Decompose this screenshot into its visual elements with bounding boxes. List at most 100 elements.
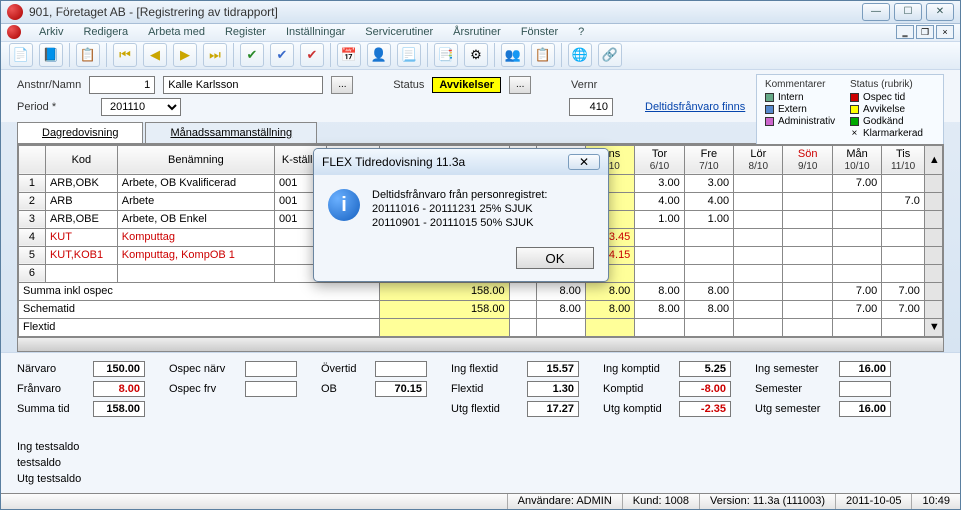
narvaro-value: 150.00 bbox=[93, 361, 145, 377]
ob-value: 70.15 bbox=[375, 381, 427, 397]
ingflex-value: 15.57 bbox=[527, 361, 579, 377]
last-icon[interactable]: ⏭ bbox=[203, 43, 227, 67]
menu-help[interactable]: ? bbox=[570, 24, 592, 40]
period-select[interactable]: 201110 bbox=[101, 98, 181, 116]
horizontal-scrollbar[interactable] bbox=[18, 337, 943, 351]
next-icon[interactable]: ▶ bbox=[173, 43, 197, 67]
anstnr-label: Anstnr/Namn bbox=[17, 79, 81, 91]
report-icon[interactable]: 📑 bbox=[434, 43, 458, 67]
menu-redigera[interactable]: Redigera bbox=[75, 24, 136, 40]
summatid-value: 158.00 bbox=[93, 401, 145, 417]
col-kod[interactable]: Kod bbox=[45, 145, 117, 174]
menu-register[interactable]: Register bbox=[217, 24, 274, 40]
legend-status-hdr: Status (rubrik) bbox=[850, 79, 923, 90]
window-title: 901, Företaget AB - [Registrering av tid… bbox=[29, 5, 862, 19]
status-badge: Avvikelser bbox=[432, 77, 501, 93]
vernr-input[interactable] bbox=[569, 98, 613, 116]
status-date: 2011-10-05 bbox=[835, 494, 911, 509]
ingkomp-value: 5.25 bbox=[679, 361, 731, 377]
tab-manadssammanstallning[interactable]: Månadssammanställning bbox=[145, 122, 317, 143]
first-icon[interactable]: ⏮ bbox=[113, 43, 137, 67]
menu-servicerutiner[interactable]: Servicerutiner bbox=[357, 24, 441, 40]
app-icon bbox=[7, 4, 23, 20]
menu-arbeta-med[interactable]: Arbeta med bbox=[140, 24, 213, 40]
komptid-value: -8.00 bbox=[679, 381, 731, 397]
col-tor6[interactable]: Tor6/10 bbox=[635, 145, 684, 174]
toolbar: 📄 📘 📋 ⏮ ◀ ▶ ⏭ ✔ ✔ ✔ 📅 👤 📃 📑 ⚙ 👥 📋 🌐 🔗 bbox=[1, 42, 960, 70]
col-benamning[interactable]: Benämning bbox=[117, 145, 274, 174]
globe-icon[interactable]: 🌐 bbox=[568, 43, 592, 67]
doc-icon[interactable]: 📃 bbox=[397, 43, 421, 67]
open-icon[interactable]: 📘 bbox=[39, 43, 63, 67]
overtid-value bbox=[375, 361, 427, 377]
col-tis11[interactable]: Tis11/10 bbox=[882, 145, 925, 174]
dialog-title: FLEX Tidredovisning 11.3a bbox=[322, 155, 465, 169]
status-lookup-button[interactable]: ... bbox=[509, 76, 531, 94]
check-green-icon[interactable]: ✔ bbox=[240, 43, 264, 67]
status-user: Användare: ADMIN bbox=[507, 494, 622, 509]
link-icon[interactable]: 🔗 bbox=[598, 43, 622, 67]
user-x-icon[interactable]: 👤 bbox=[367, 43, 391, 67]
summary-row: Summa inkl ospec158.008.008.008.008.007.… bbox=[19, 282, 943, 300]
ok-button[interactable]: OK bbox=[516, 247, 594, 269]
legend: Kommentarer Intern Extern Administrativ … bbox=[756, 74, 944, 145]
menu-arkiv[interactable]: Arkiv bbox=[31, 24, 71, 40]
mdi-restore[interactable]: ❐ bbox=[916, 25, 934, 39]
close-button[interactable]: ✕ bbox=[926, 3, 954, 21]
flextid-value: 1.30 bbox=[527, 381, 579, 397]
maximize-button[interactable]: ☐ bbox=[894, 3, 922, 21]
ospecnarv-value bbox=[245, 361, 297, 377]
status-version: Version: 11.3a (111003) bbox=[699, 494, 835, 509]
statusbar: Användare: ADMIN Kund: 1008 Version: 11.… bbox=[1, 493, 960, 509]
col-fre7[interactable]: Fre7/10 bbox=[684, 145, 733, 174]
status-label: Status bbox=[393, 79, 424, 91]
franvaro-value: 8.00 bbox=[93, 381, 145, 397]
dialog-titlebar: FLEX Tidredovisning 11.3a ✕ bbox=[314, 149, 608, 175]
summary-row: Schematid158.008.008.008.008.007.007.00 bbox=[19, 300, 943, 318]
new-icon[interactable]: 📄 bbox=[9, 43, 33, 67]
col-lor8[interactable]: Lör8/10 bbox=[734, 145, 783, 174]
gear-icon[interactable]: ⚙ bbox=[464, 43, 488, 67]
check-blue-icon[interactable]: ✔ bbox=[270, 43, 294, 67]
mdi-minimize[interactable]: ‗ bbox=[896, 25, 914, 39]
titlebar: 901, Företaget AB - [Registrering av tid… bbox=[1, 1, 960, 24]
summary-row: Flextid▼ bbox=[19, 318, 943, 336]
users-icon[interactable]: 👥 bbox=[501, 43, 525, 67]
form-area: Anstnr/Namn ... Status Avvikelser ... Ve… bbox=[1, 70, 960, 122]
menu-arsrutiner[interactable]: Årsrutiner bbox=[445, 24, 509, 40]
calendar-icon[interactable]: 📅 bbox=[337, 43, 361, 67]
vernr-label: Vernr bbox=[571, 79, 597, 91]
menu-installningar[interactable]: Inställningar bbox=[278, 24, 353, 40]
totals-panel: Närvaro150.00 Frånvaro8.00 Summa tid158.… bbox=[1, 352, 960, 493]
dialog-text: Deltidsfrånvaro från personregistret: 20… bbox=[372, 189, 547, 231]
status-kund: Kund: 1008 bbox=[622, 494, 699, 509]
anstnr-input[interactable] bbox=[89, 76, 155, 94]
name-lookup-button[interactable]: ... bbox=[331, 76, 353, 94]
menu-fonster[interactable]: Fönster bbox=[513, 24, 566, 40]
dialog-close-button[interactable]: ✕ bbox=[568, 154, 600, 170]
mdi-close[interactable]: × bbox=[936, 25, 954, 39]
check-red-icon[interactable]: ✔ bbox=[300, 43, 324, 67]
legend-comments-hdr: Kommentarer bbox=[765, 79, 835, 90]
ospecfrv-value bbox=[245, 381, 297, 397]
prev-icon[interactable]: ◀ bbox=[143, 43, 167, 67]
menubar: Arkiv Redigera Arbeta med Register Instä… bbox=[1, 24, 960, 42]
col-son9[interactable]: Sön9/10 bbox=[783, 145, 832, 174]
semester-value bbox=[839, 381, 891, 397]
utgkomp-value: -2.35 bbox=[679, 401, 731, 417]
ingsem-value: 16.00 bbox=[839, 361, 891, 377]
clipboard-icon[interactable]: 📋 bbox=[531, 43, 555, 67]
copy-icon[interactable]: 📋 bbox=[76, 43, 100, 67]
col-man10[interactable]: Mån10/10 bbox=[832, 145, 881, 174]
status-time: 10:49 bbox=[911, 494, 960, 509]
scroll-up-icon[interactable]: ▲ bbox=[924, 145, 942, 174]
deltids-link[interactable]: Deltidsfrånvaro finns bbox=[645, 101, 745, 113]
minimize-button[interactable]: — bbox=[862, 3, 890, 21]
utgsem-value: 16.00 bbox=[839, 401, 891, 417]
utgflex-value: 17.27 bbox=[527, 401, 579, 417]
tab-dagredovisning[interactable]: Dagredovisning bbox=[17, 122, 143, 143]
name-input[interactable] bbox=[163, 76, 323, 94]
period-label: Period * bbox=[17, 101, 73, 113]
info-dialog: FLEX Tidredovisning 11.3a ✕ i Deltidsfrå… bbox=[313, 148, 609, 282]
doc-icon bbox=[7, 25, 21, 39]
